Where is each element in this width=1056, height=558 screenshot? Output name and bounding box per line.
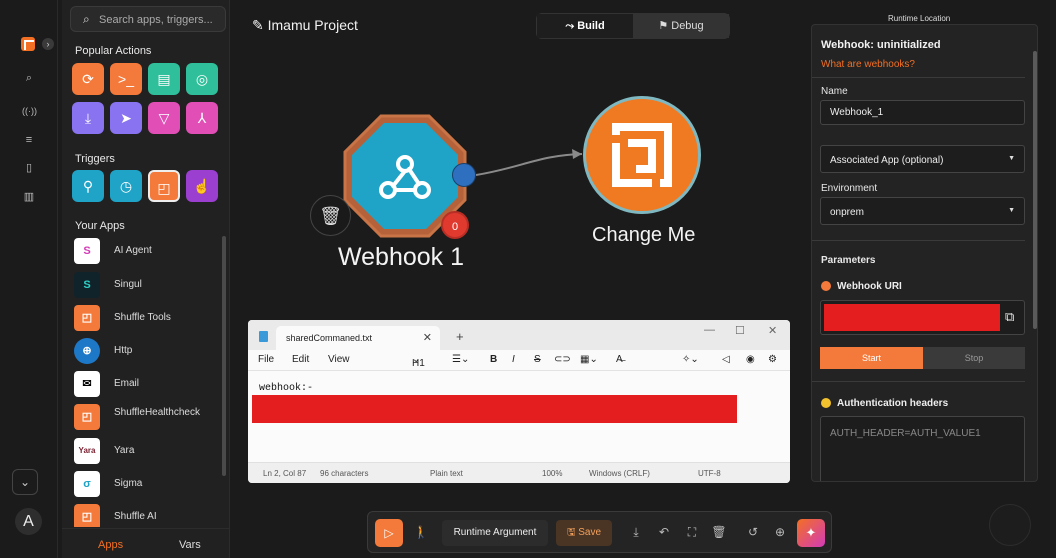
menu-view[interactable]: View [328, 354, 350, 365]
undo-icon[interactable]: ↶ [656, 524, 672, 540]
settings-icon[interactable]: ⚙ [768, 354, 777, 365]
character-count: 96 characters [320, 469, 369, 478]
caret-down-icon: ▼ [1008, 155, 1015, 162]
runtime-argument-button[interactable]: Runtime Argument [442, 520, 548, 546]
bottom-toolbar: ▷ 🚶 Runtime Argument 🖫 Save ⤓ ↶ ⛶ 🗑 ↺ ⊕ … [367, 511, 832, 553]
link-icon[interactable]: ⊂⊃ [554, 354, 571, 365]
notepad-titlebar: sharedCommaned.txt ✕ + — ☐ ✕ [248, 320, 790, 350]
new-tab-icon[interactable]: + [456, 329, 464, 344]
trash-icon[interactable]: 🗑 [310, 195, 351, 236]
panel-scrollbar[interactable] [1033, 51, 1037, 329]
shuffle-logo-icon [612, 123, 672, 187]
ai-sparkle-button[interactable]: ✦ [797, 519, 825, 547]
strikethrough-icon[interactable]: S [534, 354, 541, 365]
webhook-uri-label: Webhook URI [837, 281, 902, 292]
required-dot-icon [821, 281, 831, 291]
walk-icon[interactable]: 🚶 [413, 524, 429, 540]
auth-headers-input[interactable]: AUTH_HEADER=AUTH_VALUE1 [820, 416, 1025, 481]
table-icon[interactable]: ▦⌄ [580, 354, 598, 365]
redacted-text [252, 395, 737, 423]
environment-select[interactable]: onprem ▼ [820, 197, 1025, 225]
panel-title: Webhook: uninitialized [821, 39, 941, 51]
webhook-output-port[interactable] [452, 163, 476, 187]
download-icon[interactable]: ⤓ [628, 524, 644, 540]
change-me-node-label: Change Me [592, 224, 696, 246]
auth-headers-label: Authentication headers [837, 398, 949, 409]
notepad-window: sharedCommaned.txt ✕ + — ☐ ✕ File Edit V… [248, 320, 790, 483]
caret-down-icon: ▼ [1008, 207, 1015, 214]
menu-edit[interactable]: Edit [292, 354, 309, 365]
edge-webhook-to-change-me [475, 153, 583, 176]
minimize-icon[interactable]: — [704, 324, 715, 336]
stop-button[interactable]: Stop [923, 347, 1025, 369]
run-workflow-button[interactable]: ▷ [375, 519, 403, 547]
bold-icon[interactable]: B [490, 354, 497, 365]
notepad-statusbar: Ln 2, Col 87 96 characters Plain text 10… [248, 462, 790, 483]
notepad-file-icon [259, 331, 268, 342]
change-me-node[interactable] [583, 96, 701, 214]
clear-format-icon[interactable]: A̶ [616, 354, 623, 365]
save-button[interactable]: 🖫 Save [556, 520, 612, 546]
divider [812, 240, 1025, 241]
optional-dot-icon [821, 398, 831, 408]
encoding: UTF-8 [698, 469, 721, 478]
divider [812, 381, 1025, 382]
text-format: Plain text [430, 469, 463, 478]
menu-file[interactable]: File [258, 354, 274, 365]
webhook-node-label: Webhook 1 [338, 243, 465, 271]
environment-label: Environment [821, 183, 878, 194]
fullscreen-icon[interactable]: ⛶ [684, 524, 700, 540]
chat-bubble-button[interactable] [989, 504, 1031, 546]
webhook-config-panel: Webhook: uninitialized What are webhooks… [811, 24, 1038, 482]
start-button[interactable]: Start [820, 347, 923, 369]
italic-icon[interactable]: I [512, 354, 515, 365]
edge-arrowhead [572, 149, 582, 159]
webhook-uri-field[interactable]: ⧉ [820, 300, 1025, 335]
status-badge: 0 [441, 211, 469, 239]
notepad-menubar: File Edit View H1 ⌄ ☰⌄ B I S ⊂⊃ ▦⌄ A̶ ✧⌄… [248, 350, 790, 370]
history-icon[interactable]: ↺ [745, 524, 761, 540]
notepad-tab[interactable]: sharedCommaned.txt ✕ [276, 326, 440, 350]
associated-app-select[interactable]: Associated App (optional) ▼ [820, 145, 1025, 173]
divider [812, 77, 1025, 78]
runtime-location-label: Runtime Location [888, 14, 951, 23]
line-endings: Windows (CRLF) [589, 469, 650, 478]
workflow-editor: › ⌕ ((·)) ≡ ▯ ▥ ⌄ A ⌕ Popular Actions ⟳ … [0, 0, 1056, 558]
heading-dropdown[interactable]: H1 ⌄ [412, 354, 425, 369]
cursor-position: Ln 2, Col 87 [263, 469, 307, 478]
account-icon[interactable]: ◉ [746, 354, 755, 365]
notepad-text: webhook:- [259, 383, 314, 394]
name-label: Name [821, 86, 848, 97]
notepad-editor[interactable]: webhook:- [248, 370, 790, 462]
save-icon: 🖫 [566, 527, 576, 538]
zoom-level: 100% [542, 469, 563, 478]
redacted-uri [824, 304, 1000, 331]
list-format-icon[interactable]: ☰⌄ [452, 354, 469, 365]
copy-icon[interactable]: ⧉ [1005, 309, 1019, 325]
notifications-icon[interactable]: ◁ [722, 354, 730, 365]
delete-icon[interactable]: 🗑 [711, 524, 727, 540]
copilot-icon[interactable]: ✧⌄ [682, 354, 699, 365]
webhooks-help-link[interactable]: What are webhooks? [821, 59, 915, 70]
close-window-icon[interactable]: ✕ [768, 324, 777, 337]
maximize-icon[interactable]: ☐ [735, 324, 745, 337]
parameters-title: Parameters [821, 255, 876, 266]
close-tab-icon[interactable]: ✕ [423, 331, 432, 344]
name-field[interactable] [820, 100, 1025, 125]
zoom-in-icon[interactable]: ⊕ [772, 524, 788, 540]
